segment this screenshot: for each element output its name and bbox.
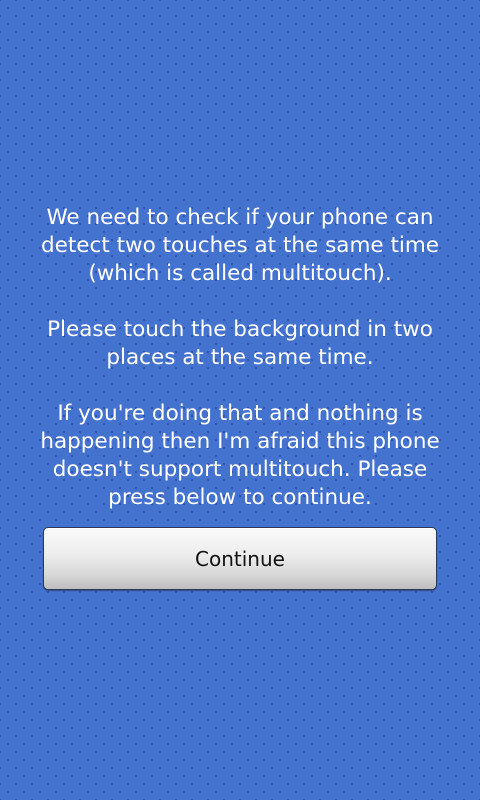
continue-button[interactable]: Continue — [43, 527, 437, 590]
multitouch-test-screen[interactable]: We need to check if your phone can detec… — [0, 0, 480, 800]
instructions-paragraph-2: Please touch the background in two place… — [47, 317, 433, 370]
instructions-text: We need to check if your phone can detec… — [30, 204, 450, 512]
instructions-paragraph-1: We need to check if your phone can detec… — [40, 205, 440, 286]
instructions-paragraph-3: If you're doing that and nothing is happ… — [40, 401, 440, 510]
continue-button-label: Continue — [195, 546, 285, 571]
